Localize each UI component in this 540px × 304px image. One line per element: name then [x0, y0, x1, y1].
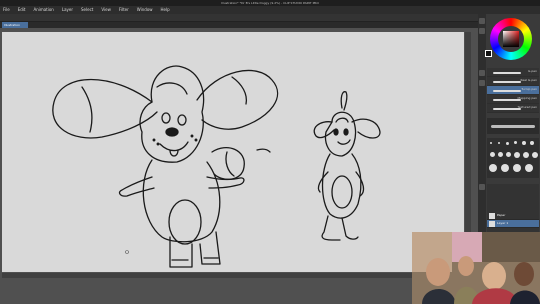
- color-wheel-icon[interactable]: [479, 18, 485, 24]
- brush-icon[interactable]: [479, 70, 485, 76]
- brush-size-dot[interactable]: [506, 142, 509, 145]
- app-window: Illustration* *Dr B's Little Doggy (9.2%…: [0, 0, 540, 304]
- brush-label: Turnip pen: [521, 87, 537, 91]
- brush-stroke-preview: [493, 90, 521, 92]
- brush-stroke-preview: [493, 81, 521, 83]
- color-wheel-center: [498, 26, 524, 52]
- brush-size-dot[interactable]: [498, 152, 503, 157]
- command-bar: [0, 14, 478, 22]
- brush-size-dot[interactable]: [501, 164, 509, 172]
- layer-icon[interactable]: [479, 184, 485, 190]
- menu-help[interactable]: Help: [161, 6, 170, 14]
- brush-label: Mapping pen: [517, 96, 537, 100]
- brush-item[interactable]: G-pen: [487, 68, 539, 77]
- brush-label: Real G-pen: [520, 78, 537, 82]
- brush-size-dot[interactable]: [498, 142, 500, 144]
- saturation-value-square[interactable]: [503, 31, 519, 47]
- brush-label: Textured pen: [517, 105, 538, 109]
- brush-item[interactable]: Real G-pen: [487, 77, 539, 86]
- brush-size-dot[interactable]: [513, 164, 521, 172]
- brush-size-dot[interactable]: [530, 141, 534, 145]
- brush-size-dot[interactable]: [490, 152, 495, 157]
- brush-item-selected[interactable]: Turnip pen: [487, 86, 539, 95]
- webcam-image: [412, 232, 540, 304]
- color-set-icon[interactable]: [479, 28, 485, 34]
- brush-item[interactable]: Textured pen: [487, 104, 539, 113]
- brush-size-dot[interactable]: [532, 152, 538, 158]
- layer-label: Paper: [497, 213, 506, 217]
- brush-size-dot[interactable]: [514, 141, 517, 144]
- brush-size-dot[interactable]: [506, 152, 511, 157]
- sketch-artwork: [52, 65, 381, 268]
- horizontal-scrollbar[interactable]: [2, 273, 464, 278]
- menu-bar: File Edit Animation Layer Select View Fi…: [0, 6, 540, 14]
- layer-row-selected[interactable]: Layer 1: [487, 220, 539, 228]
- brush-stroke-preview: [493, 72, 521, 74]
- menu-filter[interactable]: Filter: [119, 6, 129, 14]
- layer-row[interactable]: Paper: [487, 212, 539, 220]
- window-title: Illustration* *Dr B's Little Doggy (9.2%…: [221, 1, 319, 5]
- brush-size-dot[interactable]: [514, 152, 520, 158]
- menu-select[interactable]: Select: [81, 6, 93, 14]
- layer-thumbnail: [489, 221, 495, 227]
- brush-preview: [487, 118, 539, 134]
- brush-size-dot[interactable]: [525, 164, 533, 172]
- brush-label: G-pen: [527, 69, 537, 73]
- menu-layer[interactable]: Layer: [62, 6, 73, 14]
- brush-size-dot[interactable]: [490, 142, 492, 144]
- layer-label: Layer 1: [497, 221, 509, 225]
- brush-preview-stroke: [491, 125, 535, 128]
- menu-animation[interactable]: Animation: [33, 6, 53, 14]
- menu-edit[interactable]: Edit: [18, 6, 26, 14]
- brush-size-dot[interactable]: [489, 164, 497, 172]
- sub-tool-list: G-pen Real G-pen Turnip pen Mapping pen …: [487, 68, 539, 113]
- foreground-color-swatch[interactable]: [485, 50, 492, 57]
- menu-window[interactable]: Window: [137, 6, 153, 14]
- color-wheel[interactable]: [490, 18, 532, 60]
- brush-size-palette: [487, 138, 539, 178]
- brush-size-dot[interactable]: [522, 141, 526, 145]
- layer-thumbnail: [489, 213, 495, 219]
- menu-view[interactable]: View: [101, 6, 111, 14]
- webcam-overlay: [412, 232, 540, 304]
- drawing-canvas[interactable]: [2, 32, 464, 272]
- pen-icon[interactable]: [479, 80, 485, 86]
- brush-size-dot[interactable]: [523, 152, 529, 158]
- brush-item[interactable]: Mapping pen: [487, 95, 539, 104]
- menu-file[interactable]: File: [3, 6, 10, 14]
